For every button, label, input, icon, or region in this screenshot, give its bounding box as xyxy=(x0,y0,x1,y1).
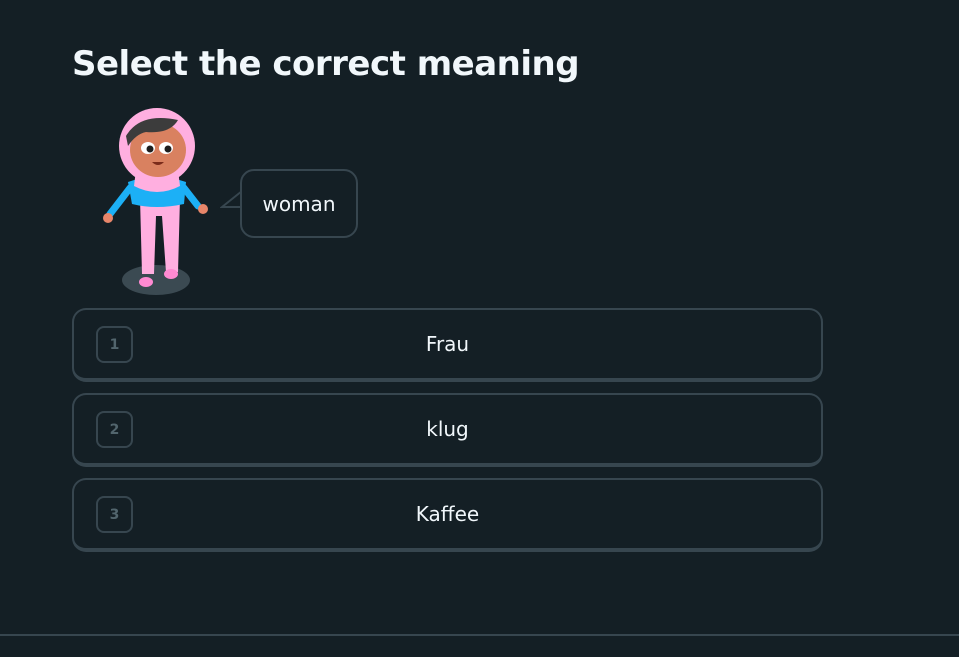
character-illustration-icon xyxy=(103,108,208,295)
answer-option-1[interactable]: 1 Frau xyxy=(72,308,823,382)
speech-bubble: woman xyxy=(240,169,358,238)
option-number-badge: 3 xyxy=(96,496,133,533)
prompt-word: woman xyxy=(262,191,336,216)
answer-options: 1 Frau 2 klug 3 Kaffee xyxy=(72,308,823,563)
option-number-badge: 1 xyxy=(96,326,133,363)
option-label: Frau xyxy=(425,332,470,356)
challenge-title: Select the correct meaning xyxy=(72,44,580,84)
footer-divider xyxy=(0,634,959,636)
option-label: Kaffee xyxy=(415,502,480,526)
answer-option-3[interactable]: 3 Kaffee xyxy=(72,478,823,552)
option-number-badge: 2 xyxy=(96,411,133,448)
lesson-page: Select the correct meaning woman 1 Frau … xyxy=(0,0,959,657)
option-label: klug xyxy=(426,417,469,441)
answer-option-2[interactable]: 2 klug xyxy=(72,393,823,467)
